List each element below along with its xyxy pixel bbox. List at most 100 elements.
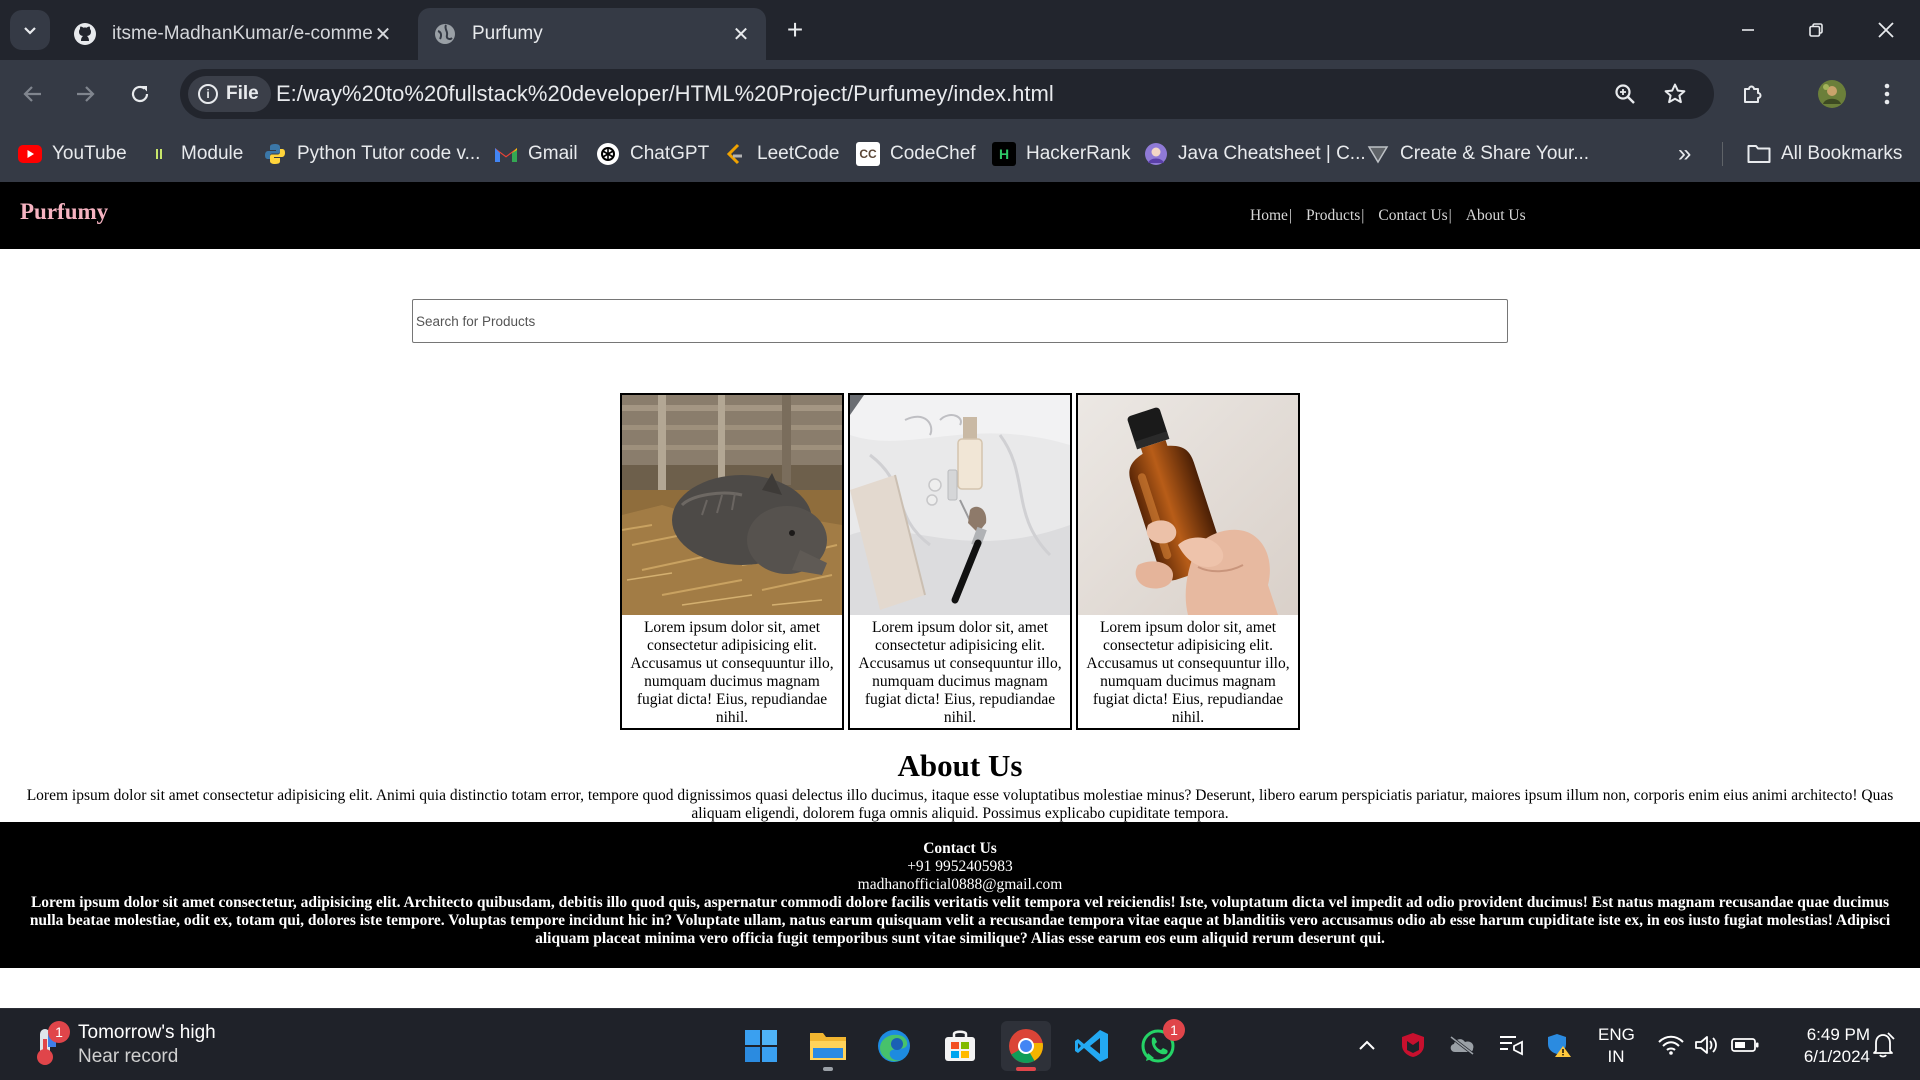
show-hidden-icons-button[interactable] xyxy=(1352,1027,1382,1063)
mcafee-icon[interactable] xyxy=(1398,1027,1428,1063)
profile-avatar[interactable] xyxy=(1811,73,1853,115)
url-text[interactable]: E:/way%20to%20fullstack%20developer/HTML… xyxy=(276,81,1054,107)
module-icon xyxy=(147,142,171,166)
bookmark-youtube[interactable]: YouTube xyxy=(18,138,127,170)
bookmarks-bar: YouTube Module Python Tutor code v... Gm… xyxy=(0,128,1920,182)
running-indicator xyxy=(823,1067,833,1071)
clock-date: 6/1/2024 xyxy=(1803,1047,1870,1066)
notifications-bell-button[interactable] xyxy=(1866,1027,1900,1063)
vscode-button[interactable] xyxy=(1067,1021,1117,1071)
nav-home-link[interactable]: Home xyxy=(1250,207,1288,225)
edge-icon xyxy=(878,1030,910,1062)
nav-contact-link[interactable]: Contact Us xyxy=(1378,207,1447,225)
product-search-input[interactable] xyxy=(412,299,1508,343)
bookmarks-overflow-button[interactable]: » xyxy=(1678,138,1691,170)
nav-products-link[interactable]: Products xyxy=(1306,207,1360,225)
battery-icon[interactable] xyxy=(1728,1027,1762,1063)
browser-toolbar: i File E:/way%20to%20fullstack%20develop… xyxy=(0,60,1920,128)
bookmark-python-tutor[interactable]: Python Tutor code v... xyxy=(263,138,480,170)
site-info-chip[interactable]: i File xyxy=(188,76,271,112)
whatsapp-button[interactable]: 1 xyxy=(1133,1019,1185,1071)
product-image-cosmetics xyxy=(850,395,1070,615)
system-clock[interactable]: 6:49 PM 6/1/2024 xyxy=(1782,1024,1870,1068)
bookmark-chatgpt[interactable]: ChatGPT xyxy=(596,138,709,170)
bookmark-label: Java Cheatsheet | C... xyxy=(1178,143,1366,164)
wifi-icon[interactable] xyxy=(1656,1027,1686,1063)
store-button[interactable] xyxy=(935,1021,985,1071)
all-bookmarks-button[interactable]: All Bookmarks xyxy=(1747,138,1902,170)
site-chip-label: File xyxy=(226,83,259,104)
page-viewport: Purfumy Home | Products | Contact Us | Abou… xyxy=(0,182,1920,1008)
reload-button[interactable] xyxy=(119,73,161,115)
menu-button[interactable] xyxy=(1866,73,1908,115)
tab-purfumy[interactable]: Purfumy ✕ xyxy=(418,8,766,60)
close-window-button[interactable] xyxy=(1856,8,1916,52)
notification-badge: 1 xyxy=(1163,1019,1185,1041)
back-button[interactable] xyxy=(12,73,54,115)
chevron-down-icon xyxy=(24,27,36,35)
file-explorer-button[interactable] xyxy=(803,1021,853,1071)
weather-widget[interactable]: 1 Tomorrow's high Near record xyxy=(28,1021,216,1069)
site-logo[interactable]: Purfumy xyxy=(20,199,108,225)
arrow-left-icon xyxy=(23,86,41,102)
folder-icon xyxy=(810,1033,846,1060)
product-image-amber-bottle xyxy=(1078,395,1298,615)
close-icon[interactable]: ✕ xyxy=(730,23,752,46)
security-shield-icon[interactable] xyxy=(1544,1027,1574,1063)
plus-icon: + xyxy=(786,14,804,45)
edge-button[interactable] xyxy=(869,1021,919,1071)
restore-icon xyxy=(1809,23,1823,37)
tab-strip: itsme-MadhanKumar/e-comme ✕ Purfumy ✕ + xyxy=(0,0,1920,60)
onedrive-icon[interactable] xyxy=(1446,1027,1478,1063)
address-bar[interactable]: i File E:/way%20to%20fullstack%20develop… xyxy=(180,69,1714,119)
bookmark-gmail[interactable]: Gmail xyxy=(494,138,578,170)
start-button[interactable] xyxy=(736,1021,786,1071)
notification-list-icon[interactable] xyxy=(1496,1027,1526,1063)
product-card[interactable]: Lorem ipsum dolor sit, amet consectetur … xyxy=(848,393,1072,730)
close-icon[interactable]: ✕ xyxy=(372,23,394,46)
windows-taskbar: 1 Tomorrow's high Near record 1 ENG IN 6… xyxy=(0,1008,1920,1080)
forward-button[interactable] xyxy=(64,73,106,115)
bookmark-hackerrank[interactable]: H HackerRank xyxy=(992,138,1131,170)
restore-button[interactable] xyxy=(1786,8,1846,52)
python-icon xyxy=(263,142,287,166)
about-heading: About Us xyxy=(897,748,1023,783)
chrome-button[interactable] xyxy=(1001,1021,1051,1071)
extensions-button[interactable] xyxy=(1732,73,1774,115)
product-image-boar xyxy=(622,395,842,615)
java-avatar-icon xyxy=(1144,142,1168,166)
footer-title: Contact Us xyxy=(923,840,997,857)
info-icon: i xyxy=(198,84,218,104)
avatar-icon xyxy=(1818,80,1846,108)
tab-title: itsme-MadhanKumar/e-comme xyxy=(112,23,372,44)
bookmark-star-icon[interactable] xyxy=(1660,79,1690,109)
tab-search-button[interactable] xyxy=(10,10,50,50)
site-nav-links: Home | Products | Contact Us | About Us xyxy=(1250,207,1526,225)
minimize-button[interactable] xyxy=(1718,8,1778,52)
bookmark-create-share[interactable]: Create & Share Your... xyxy=(1366,138,1589,170)
new-tab-button[interactable]: + xyxy=(778,13,812,47)
chrome-icon xyxy=(1009,1029,1043,1063)
bookmark-java-cheatsheet[interactable]: Java Cheatsheet | C... xyxy=(1144,138,1366,170)
site-footer: Contact Us +91 9952405983 madhanofficial… xyxy=(0,822,1920,968)
youtube-icon xyxy=(18,142,42,166)
volume-icon[interactable] xyxy=(1692,1027,1722,1063)
gmail-icon xyxy=(494,142,518,166)
nav-about-link[interactable]: About Us xyxy=(1466,207,1526,225)
weather-line2: Near record xyxy=(78,1046,179,1067)
product-description: Lorem ipsum dolor sit, amet consectetur … xyxy=(858,619,1062,726)
bookmark-codechef[interactable]: CC CodeChef xyxy=(856,138,976,170)
bookmark-module[interactable]: Module xyxy=(147,138,243,170)
product-card[interactable]: Lorem ipsum dolor sit, amet consectetur … xyxy=(620,393,844,730)
double-chevron-right-icon: » xyxy=(1678,140,1692,167)
github-icon xyxy=(72,21,98,47)
leetcode-icon xyxy=(723,142,747,166)
product-card[interactable]: Lorem ipsum dolor sit, amet consectetur … xyxy=(1076,393,1300,730)
lang-line1: ENG xyxy=(1598,1025,1635,1044)
language-indicator[interactable]: ENG IN xyxy=(1598,1024,1635,1068)
footer-text: Lorem ipsum dolor sit amet consectetur, … xyxy=(29,894,1891,947)
bookmark-leetcode[interactable]: LeetCode xyxy=(723,138,839,170)
tab-github[interactable]: itsme-MadhanKumar/e-comme ✕ xyxy=(58,8,408,60)
folder-icon xyxy=(1747,142,1771,166)
zoom-icon[interactable] xyxy=(1610,79,1640,109)
